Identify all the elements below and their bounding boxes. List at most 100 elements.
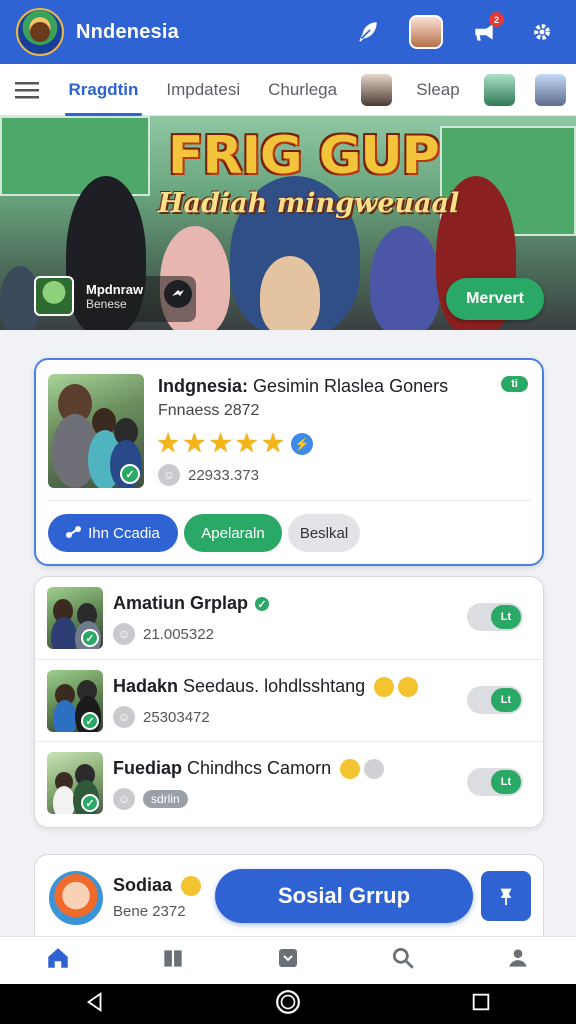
star-icon: ★ [208, 428, 233, 458]
app-title: Nndenesia [76, 20, 179, 43]
tab-avatar-1[interactable] [361, 73, 393, 106]
system-navigation [0, 984, 576, 1024]
toggle-label: Lt [491, 770, 521, 794]
app-logo[interactable] [16, 8, 64, 56]
group-toggle[interactable]: Lt [467, 603, 523, 631]
tab-avatar-2[interactable] [483, 73, 515, 106]
inbox-icon[interactable] [276, 946, 300, 975]
info-icon [364, 759, 385, 780]
tab-bar: Rragdtin Impdatesi Churlega Sleap [0, 64, 576, 116]
star-icon: ★ [234, 428, 259, 458]
group-title: Hadakn Seedaus. lohdlsshtang [113, 676, 419, 698]
toggle-label: Lt [491, 605, 521, 629]
group-meta-pill: sdrlin [143, 790, 188, 808]
featured-group-card[interactable]: ✓ Indgnesia: Gesimin Rlaslea Goners Fnna… [34, 358, 544, 566]
group-title-bold: Amatiun Grplap [113, 593, 249, 613]
divider [48, 500, 530, 501]
hero-person [260, 256, 320, 330]
group-image: ✓ [47, 752, 103, 814]
list-item[interactable]: ✓ Fuediap Chindhcs Camorn ☺ sdrlin Lt [35, 741, 545, 823]
featured-title-bold: Indgnesia: [158, 376, 249, 396]
back-icon[interactable] [84, 991, 106, 1018]
group-title-rest: Chindhcs Camorn [182, 758, 332, 778]
social-group-button[interactable]: Sosial Grrup [215, 869, 473, 923]
hero-building-left [0, 116, 150, 196]
star-icon: ★ [182, 428, 207, 458]
group-meta: ☺ 21.005322 [113, 623, 214, 645]
hamburger-menu-icon[interactable] [0, 80, 55, 100]
group-image: ✓ [47, 670, 103, 732]
user-name-text: Sodiaa [113, 875, 173, 895]
featured-title-rest: Gesimin Rlaslea Goners [248, 376, 449, 396]
share-icon[interactable] [164, 280, 192, 308]
group-meta-value: 25303472 [143, 708, 210, 726]
emoji-icon [181, 876, 202, 897]
person-icon: ☺ [113, 788, 135, 810]
primary-action-button[interactable]: Ihn Ccadia [48, 514, 178, 552]
group-meta-value: 21.005322 [143, 625, 214, 643]
group-title: Amatiun Grplap ✓ [113, 593, 272, 614]
featured-group-title: Indgnesia: Gesimin Rlaslea Goners [158, 376, 488, 397]
app-bar: Nndenesia 2 [0, 0, 576, 64]
featured-tag[interactable]: ti [501, 376, 528, 392]
home-circle-icon[interactable] [275, 989, 301, 1020]
toggle-label: Lt [491, 688, 521, 712]
recents-icon[interactable] [470, 991, 492, 1018]
person-icon: ☺ [113, 706, 135, 728]
star-icon: ★ [260, 428, 286, 458]
hero-person [370, 226, 440, 330]
group-title-bold: Hadakn [113, 676, 179, 696]
user-subtitle: Bene 2372 [113, 903, 186, 920]
list-item[interactable]: ✓ Amatiun Grplap ✓ ☺ 21.005322 Lt [35, 577, 545, 659]
share-icon [66, 526, 82, 538]
verified-icon: ✓ [253, 595, 272, 614]
group-list: ✓ Amatiun Grplap ✓ ☺ 21.005322 Lt ✓ Hada… [34, 576, 545, 828]
pin-button[interactable] [481, 871, 531, 921]
tab-sleap[interactable]: Sleap [402, 64, 473, 116]
tab-avatar-3[interactable] [534, 73, 566, 106]
notification-badge: 2 [489, 12, 504, 27]
profile-avatar[interactable] [408, 14, 444, 50]
group-meta: ☺ sdrlin [113, 788, 188, 810]
pin-icon [500, 888, 512, 906]
tab-impdatesi[interactable]: Impdatesi [152, 64, 254, 116]
hero-cta-button[interactable]: Mervert [446, 278, 544, 320]
verified-icon: ✓ [81, 629, 99, 647]
person-icon: ☺ [113, 623, 135, 645]
secondary-action-button[interactable]: Apelaraln [184, 514, 282, 552]
featured-group-image: ✓ [48, 374, 144, 488]
featured-stat: ☺ 22933.373 [158, 464, 259, 486]
book-icon[interactable] [160, 945, 186, 976]
hero-title: FRIG GUP [168, 126, 440, 186]
user-name: Sodiaa [113, 875, 202, 897]
home-icon[interactable] [45, 945, 71, 976]
group-toggle[interactable]: Lt [467, 686, 523, 714]
verified-icon: ✓ [81, 794, 99, 812]
list-item[interactable]: ✓ Hadakn Seedaus. lohdlsshtang ☺ 2530347… [35, 659, 545, 741]
rating-stars: ★ ★ ★ ★ ★ ⚡ [156, 428, 314, 458]
tab-churlega[interactable]: Churlega [254, 64, 351, 116]
notification-icon[interactable]: 2 [466, 12, 504, 50]
hero-subtitle: Hadiah mingweuaal [158, 188, 460, 219]
group-title-rest: Seedaus. lohdlsshtang [178, 676, 366, 696]
hero-thumbnail[interactable] [34, 276, 74, 316]
emoji-icon [398, 677, 419, 698]
group-image: ✓ [47, 587, 103, 649]
group-title: Fuediap Chindhcs Camorn [113, 758, 385, 780]
bottom-nav [0, 936, 576, 984]
featured-group-subtitle: Fnnaess 2872 [158, 402, 260, 419]
search-icon[interactable] [390, 945, 416, 976]
user-avatar[interactable] [49, 871, 103, 925]
feather-icon[interactable] [350, 14, 386, 50]
hero-banner[interactable]: FRIG GUP Hadiah mingweuaal Mpdnraw Benes… [0, 116, 576, 330]
tertiary-action-button[interactable]: Beslkal [288, 514, 360, 552]
community-icon[interactable] [505, 945, 531, 976]
group-title-bold: Fuediap [113, 758, 183, 778]
primary-action-label: Ihn Ccadia [88, 524, 160, 542]
group-toggle[interactable]: Lt [467, 768, 523, 796]
tab-rragdtin[interactable]: Rragdtin [55, 64, 153, 116]
emoji-icon [340, 759, 361, 780]
person-icon: ☺ [158, 464, 180, 486]
lightning-icon: ⚡ [291, 432, 314, 455]
settings-icon[interactable] [524, 14, 560, 50]
